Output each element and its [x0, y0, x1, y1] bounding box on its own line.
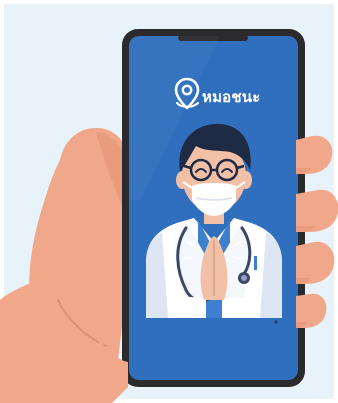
stethoscope-chestpiece-inner: [241, 275, 247, 281]
finger-ring: [296, 241, 335, 284]
coat-pen: [254, 256, 257, 270]
illustration-scene: หมอชนะ: [0, 0, 338, 403]
screen-dot: [274, 320, 278, 324]
wai-sleeve-right: [222, 297, 256, 318]
doctor-ear-left: [176, 171, 188, 189]
hand-fingers: [296, 135, 338, 328]
wai-sleeve-left: [172, 297, 206, 318]
finger-middle: [296, 189, 338, 232]
hand-holding-phone-illustration: [0, 29, 338, 403]
doctor-ear-right: [240, 171, 252, 189]
app-brand: หมอชนะ: [174, 74, 284, 114]
app-brand-name: หมอชนะ: [202, 88, 261, 106]
location-pin-logo-icon: [174, 77, 200, 110]
